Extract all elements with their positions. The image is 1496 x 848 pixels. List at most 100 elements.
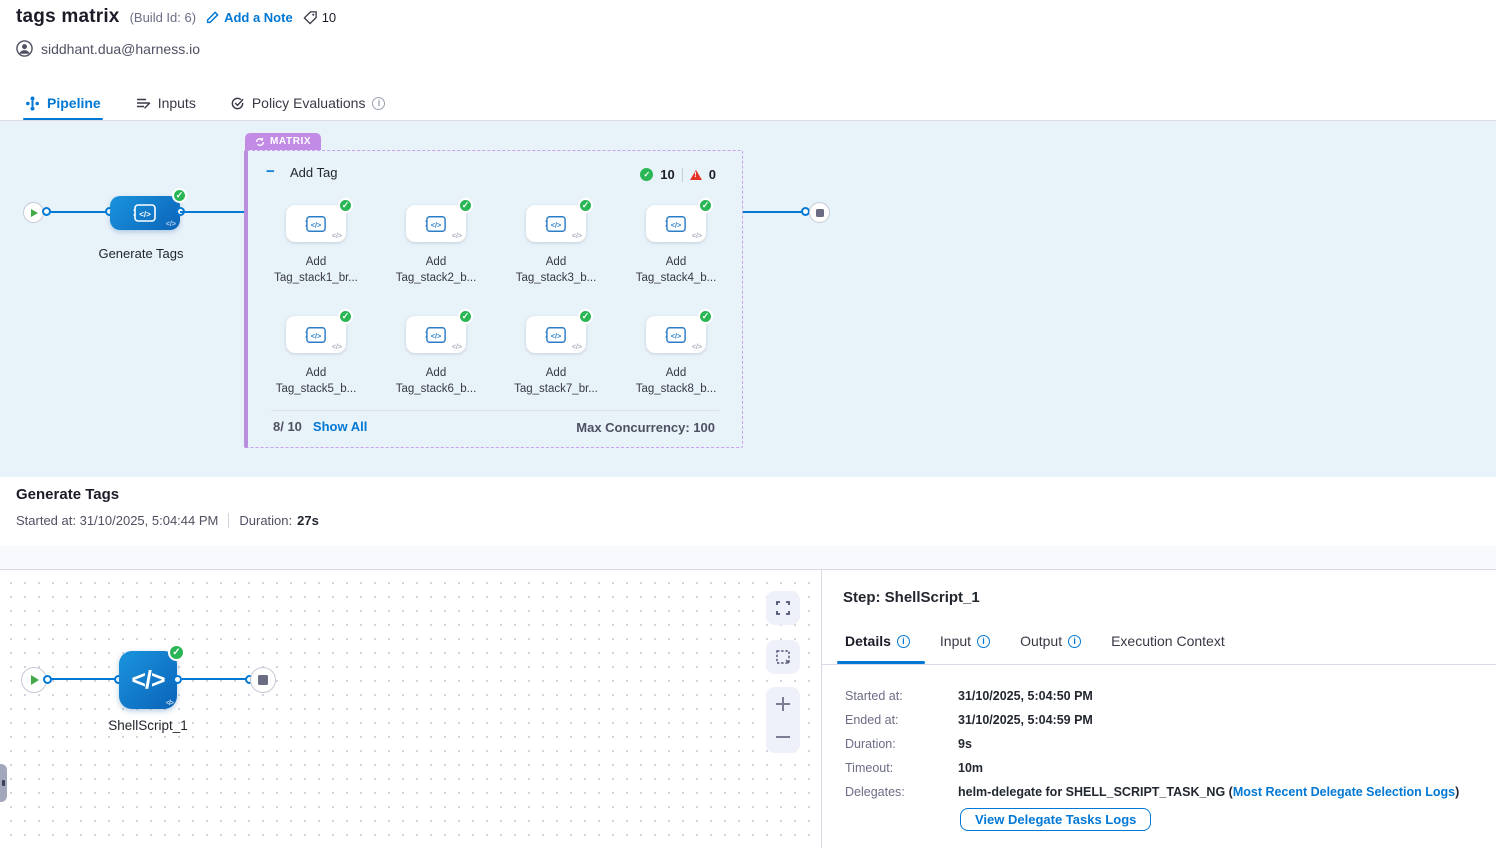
- policy-info-icon[interactable]: i: [372, 97, 385, 110]
- stage-end-node[interactable]: [250, 667, 276, 693]
- summary-duration-value: 27s: [297, 513, 319, 528]
- success-count: 10: [660, 167, 674, 182]
- execution-graph[interactable]: </> </> ✓ Generate Tags MATRIX − Add Tag…: [0, 121, 1496, 477]
- stop-icon: [258, 675, 268, 685]
- tab-policy-evaluations[interactable]: Policy Evaluations i: [230, 86, 386, 120]
- matrix-step-card[interactable]: </> </> ✓: [286, 316, 346, 353]
- matrix-step-label[interactable]: AddTag_stack8_b...: [614, 365, 738, 397]
- edge-connector: [42, 207, 51, 216]
- matrix-step-label[interactable]: AddTag_stack7_br...: [494, 365, 618, 397]
- matrix-step-label[interactable]: AddTag_stack2_b...: [374, 254, 498, 286]
- shell-script-icon: </>: [544, 325, 568, 345]
- svg-text:</>: </>: [311, 220, 322, 229]
- code-glyph: </>: [572, 233, 582, 240]
- play-icon: [31, 209, 38, 217]
- detail-label: Duration:: [845, 737, 958, 751]
- success-badge: ✓: [458, 309, 473, 324]
- matrix-step-card[interactable]: </> </> ✓: [526, 205, 586, 242]
- matrix-step-card[interactable]: </> </> ✓: [286, 205, 346, 242]
- generate-tags-node[interactable]: </> </>: [110, 196, 180, 230]
- code-icon: </>: [131, 666, 164, 695]
- matrix-footer-divider: [271, 410, 719, 411]
- matrix-step-label[interactable]: AddTag_stack5_b...: [254, 365, 378, 397]
- svg-text:</>: </>: [551, 220, 562, 229]
- success-badge: ✓: [578, 198, 593, 213]
- details-info-icon[interactable]: i: [897, 635, 910, 648]
- success-count-icon: ✓: [640, 168, 653, 181]
- zoom-out-icon[interactable]: [774, 728, 792, 746]
- detail-value: 31/10/2025, 5:04:59 PM: [958, 713, 1093, 727]
- matrix-step-card[interactable]: </> </> ✓: [646, 316, 706, 353]
- code-glyph: </>: [452, 233, 462, 240]
- code-glyph: </>: [332, 344, 342, 351]
- shell-script-icon: </>: [664, 214, 688, 234]
- shellscript-node[interactable]: </> </>: [119, 651, 177, 709]
- tab-details[interactable]: Details i: [845, 633, 910, 649]
- matrix-step-label[interactable]: AddTag_stack4_b...: [614, 254, 738, 286]
- svg-text:</>: </>: [139, 210, 151, 219]
- matrix-step-card[interactable]: </> </> ✓: [406, 316, 466, 353]
- success-badge: ✓: [458, 198, 473, 213]
- matrix-step-card[interactable]: </> </> ✓: [526, 316, 586, 353]
- success-badge: ✓: [338, 198, 353, 213]
- matrix-step-card[interactable]: </> </> ✓: [406, 205, 466, 242]
- tab-bar: Pipeline Inputs Policy Evaluations i: [0, 86, 1496, 121]
- inputs-icon: [135, 95, 151, 111]
- fullscreen-icon: [775, 600, 791, 616]
- success-badge: ✓: [698, 309, 713, 324]
- fullscreen-button[interactable]: [766, 591, 800, 625]
- detail-label: Started at:: [845, 689, 958, 703]
- pipeline-start-node[interactable]: [23, 202, 44, 223]
- tab-execution-context[interactable]: Execution Context: [1111, 633, 1225, 649]
- shellscript-label[interactable]: ShellScript_1: [88, 718, 208, 733]
- detail-row-timeout: Timeout: 10m: [845, 761, 983, 775]
- code-glyph: </>: [452, 344, 462, 351]
- matrix-step-label[interactable]: AddTag_stack6_b...: [374, 365, 498, 397]
- tab-pipeline[interactable]: Pipeline: [25, 86, 101, 120]
- success-badge: ✓: [338, 309, 353, 324]
- delegate-selection-logs-link[interactable]: Most Recent Delegate Selection Logs: [1233, 785, 1455, 799]
- shield-check-icon: [230, 96, 245, 111]
- shell-script-icon: </>: [132, 202, 158, 224]
- success-badge: ✓: [168, 644, 185, 661]
- tab-inputs[interactable]: Inputs: [135, 86, 196, 120]
- code-glyph: </>: [332, 233, 342, 240]
- detail-value: helm-delegate for SHELL_SCRIPT_TASK_NG (…: [958, 785, 1459, 799]
- svg-text:</>: </>: [431, 331, 442, 340]
- output-info-icon[interactable]: i: [1068, 635, 1081, 648]
- stop-icon: [816, 209, 824, 217]
- play-icon: [31, 675, 39, 685]
- build-id: (Build Id: 6): [130, 10, 196, 25]
- matrix-group-label[interactable]: Add Tag: [290, 165, 337, 180]
- svg-text:</>: </>: [671, 331, 682, 340]
- collapse-matrix-button[interactable]: −: [266, 166, 279, 179]
- console-drawer-handle[interactable]: [0, 764, 7, 802]
- input-info-icon[interactable]: i: [977, 635, 990, 648]
- matrix-group[interactable]: − Add Tag ✓ 10 0 </> </> ✓ </> </> ✓: [245, 150, 743, 448]
- pipeline-end-node[interactable]: [809, 202, 830, 223]
- step-graph-canvas[interactable]: </> </> ✓ ShellScript_1: [0, 570, 822, 848]
- pipeline-icon: [25, 96, 40, 111]
- matrix-badge: MATRIX: [245, 133, 321, 150]
- selection-mode-button[interactable]: [766, 640, 800, 674]
- add-note-button[interactable]: Add a Note: [206, 10, 293, 25]
- edge-shellscript-to-end: [182, 678, 250, 680]
- matrix-step-card[interactable]: </> </> ✓: [646, 205, 706, 242]
- step-details-panel: Step: ShellScript_1 Details i Input i Ou…: [822, 570, 1496, 848]
- detail-label: Ended at:: [845, 713, 958, 727]
- matrix-step-label[interactable]: AddTag_stack1_br...: [254, 254, 378, 286]
- tab-output[interactable]: Output i: [1020, 633, 1081, 649]
- matrix-step-label[interactable]: AddTag_stack3_b...: [494, 254, 618, 286]
- show-all-link[interactable]: Show All: [313, 419, 367, 434]
- detail-label: Timeout:: [845, 761, 958, 775]
- zoom-in-icon[interactable]: [774, 695, 792, 713]
- svg-text:</>: </>: [311, 331, 322, 340]
- code-glyph: </>: [692, 233, 702, 240]
- tab-input[interactable]: Input i: [940, 633, 990, 649]
- loop-icon: [255, 137, 265, 147]
- shell-script-icon: </>: [424, 325, 448, 345]
- shell-script-icon: </>: [304, 325, 328, 345]
- summary-started: Started at: 31/10/2025, 5:04:44 PM: [16, 513, 218, 528]
- view-delegate-tasks-logs-button[interactable]: View Delegate Tasks Logs: [960, 808, 1151, 831]
- generate-tags-label[interactable]: Generate Tags: [86, 246, 196, 261]
